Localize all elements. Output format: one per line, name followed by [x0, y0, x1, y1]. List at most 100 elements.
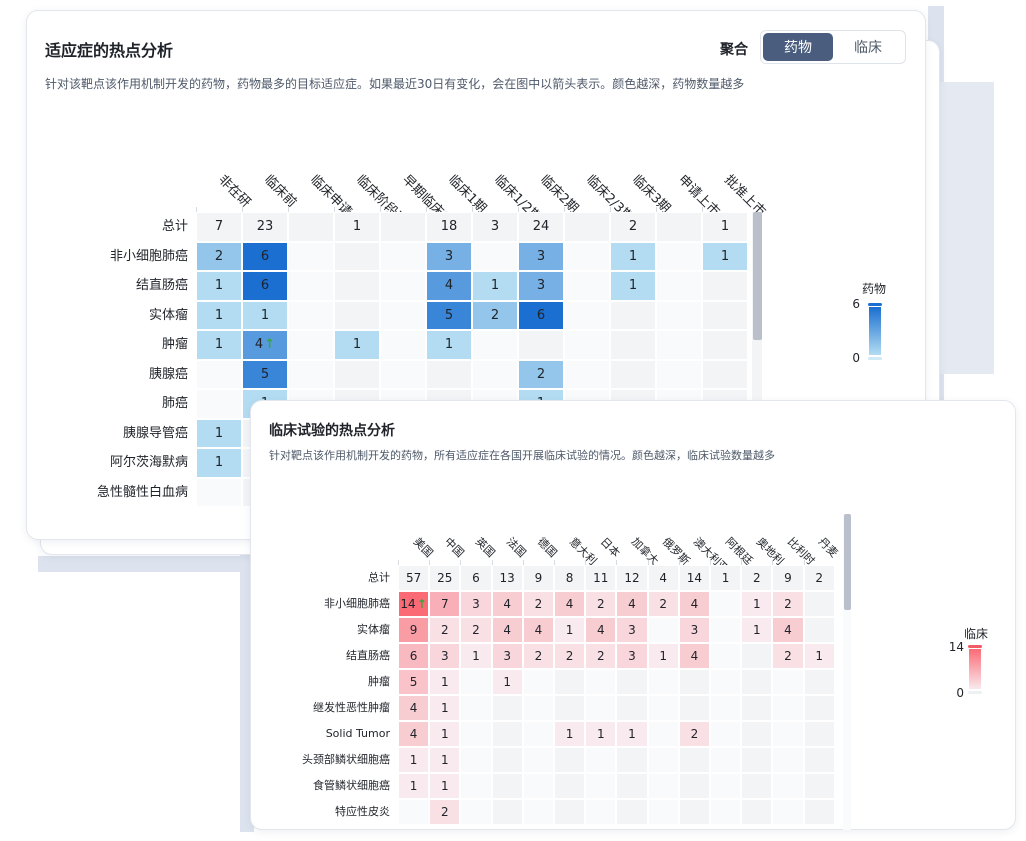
heatmap-cell[interactable]: 1: [398, 773, 430, 799]
heatmap-cell[interactable]: [518, 330, 564, 360]
heatmap-cell[interactable]: 1: [196, 330, 242, 360]
heatmap-cell[interactable]: [554, 773, 586, 799]
heatmap-cell[interactable]: [710, 695, 742, 721]
heatmap-cell[interactable]: 3: [616, 643, 648, 669]
total-cell[interactable]: 12: [616, 565, 648, 591]
heatmap-cell[interactable]: 3: [429, 643, 461, 669]
heatmap-cell[interactable]: [656, 241, 702, 271]
heatmap-cell[interactable]: 4: [616, 591, 648, 617]
heatmap-cell[interactable]: [741, 773, 773, 799]
heatmap-cell[interactable]: 1: [429, 773, 461, 799]
heatmap-cell[interactable]: 2: [429, 617, 461, 643]
heatmap-cell[interactable]: [741, 669, 773, 695]
heatmap-cell[interactable]: 4: [678, 643, 710, 669]
heatmap-cell[interactable]: [647, 747, 679, 773]
total-cell[interactable]: 57: [398, 565, 430, 591]
heatmap-cell[interactable]: [702, 271, 748, 301]
heatmap-cell[interactable]: 1: [334, 330, 380, 360]
heatmap-cell[interactable]: [803, 695, 835, 721]
heatmap-cell[interactable]: [491, 695, 523, 721]
heatmap-cell[interactable]: [460, 695, 492, 721]
heatmap-cell[interactable]: [610, 359, 656, 389]
heatmap-cell[interactable]: [460, 773, 492, 799]
heatmap-cell[interactable]: [803, 721, 835, 747]
heatmap-cell[interactable]: 1: [616, 721, 648, 747]
heatmap-cell[interactable]: [678, 747, 710, 773]
heatmap-cell[interactable]: 5: [426, 300, 472, 330]
total-cell[interactable]: 2: [803, 565, 835, 591]
total-cell[interactable]: 9: [772, 565, 804, 591]
heatmap-cell[interactable]: [616, 773, 648, 799]
heatmap-cell[interactable]: [656, 271, 702, 301]
heatmap-cell[interactable]: 1: [554, 721, 586, 747]
heatmap-cell[interactable]: 3: [518, 271, 564, 301]
total-cell[interactable]: 6: [460, 565, 492, 591]
heatmap-cell[interactable]: [380, 241, 426, 271]
heatmap-cell[interactable]: [491, 799, 523, 825]
heatmap-cell[interactable]: [678, 799, 710, 825]
heatmap-cell[interactable]: 1: [610, 271, 656, 301]
heatmap-cell[interactable]: [803, 617, 835, 643]
total-cell[interactable]: [564, 212, 610, 242]
heatmap-cell[interactable]: 4: [491, 617, 523, 643]
total-cell[interactable]: [380, 212, 426, 242]
heatmap-cell[interactable]: 1: [803, 643, 835, 669]
heatmap-cell[interactable]: 6: [242, 271, 288, 301]
heatmap-cell[interactable]: 3: [491, 643, 523, 669]
heatmap-cell[interactable]: [678, 695, 710, 721]
heatmap-cell[interactable]: [585, 695, 617, 721]
legend-handle-max[interactable]: [968, 645, 982, 648]
heatmap-cell[interactable]: 2: [585, 591, 617, 617]
heatmap-cell[interactable]: [554, 669, 586, 695]
total-cell[interactable]: 23: [242, 212, 288, 242]
heatmap-cell[interactable]: 1: [429, 669, 461, 695]
heatmap-cell[interactable]: [554, 747, 586, 773]
heatmap-cell[interactable]: [803, 799, 835, 825]
heatmap-cell[interactable]: 1: [460, 643, 492, 669]
heatmap-cell[interactable]: 4: [398, 695, 430, 721]
total-cell[interactable]: 1: [334, 212, 380, 242]
heatmap-cell[interactable]: [741, 747, 773, 773]
heatmap-cell[interactable]: 1: [429, 695, 461, 721]
heatmap-cell[interactable]: 2: [196, 241, 242, 271]
heatmap-cell[interactable]: 4: [772, 617, 804, 643]
heatmap-cell[interactable]: [522, 721, 554, 747]
segment-clinical[interactable]: 临床: [833, 33, 903, 61]
heatmap-cell[interactable]: [564, 330, 610, 360]
heatmap-cell[interactable]: 4: [678, 591, 710, 617]
heatmap-cell[interactable]: [647, 695, 679, 721]
heatmap-cell[interactable]: 3: [426, 241, 472, 271]
heatmap-cell[interactable]: [564, 241, 610, 271]
heatmap-cell[interactable]: 7: [429, 591, 461, 617]
heatmap-cell[interactable]: [772, 773, 804, 799]
heatmap-cell[interactable]: [647, 721, 679, 747]
heatmap-cell[interactable]: [585, 669, 617, 695]
heatmap-cell[interactable]: 1: [741, 591, 773, 617]
heatmap-cell[interactable]: 1: [491, 669, 523, 695]
total-cell[interactable]: 11: [585, 565, 617, 591]
heatmap-cell[interactable]: [710, 617, 742, 643]
heatmap-cell[interactable]: 2: [678, 721, 710, 747]
heatmap-cell[interactable]: [803, 591, 835, 617]
heatmap-cell[interactable]: [380, 271, 426, 301]
heatmap-cell[interactable]: [772, 799, 804, 825]
legend-handle-max[interactable]: [868, 303, 882, 306]
heatmap-cell[interactable]: [772, 669, 804, 695]
heatmap-cell[interactable]: [702, 330, 748, 360]
heatmap-cell[interactable]: 2: [585, 643, 617, 669]
legend-handle-min[interactable]: [868, 357, 882, 360]
total-cell[interactable]: 4: [647, 565, 679, 591]
heatmap-cell[interactable]: 3: [460, 591, 492, 617]
total-cell[interactable]: 2: [741, 565, 773, 591]
total-cell[interactable]: 1: [710, 565, 742, 591]
heatmap-cell[interactable]: 1: [610, 241, 656, 271]
heatmap-cell[interactable]: [678, 669, 710, 695]
heatmap-cell[interactable]: [460, 799, 492, 825]
total-cell[interactable]: 3: [472, 212, 518, 242]
heatmap-cell[interactable]: 1: [196, 448, 242, 478]
heatmap-cell[interactable]: [522, 695, 554, 721]
heatmap-cell[interactable]: [564, 271, 610, 301]
heatmap-cell[interactable]: 2: [554, 643, 586, 669]
heatmap-cell[interactable]: [741, 799, 773, 825]
heatmap-cell[interactable]: [380, 359, 426, 389]
